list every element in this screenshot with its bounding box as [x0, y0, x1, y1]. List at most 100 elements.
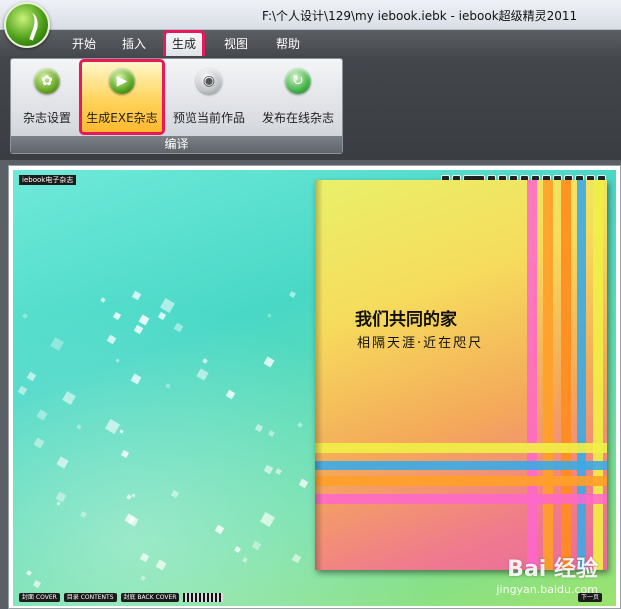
sparkle — [17, 385, 28, 396]
sparkle — [115, 358, 120, 363]
window-title: F:\个人设计\129\my iebook.iebk - iebook超级精灵2… — [262, 9, 578, 23]
sparkle — [32, 579, 42, 589]
cover-stripe — [315, 476, 607, 486]
group-label: 编译 — [11, 136, 342, 153]
sparkle — [157, 311, 167, 321]
watermark-main: Bai 经验 — [507, 557, 598, 582]
magazine-viewer[interactable]: iebook电子杂志 我们共同的家 相隔天涯·近在咫尺 封面 COVER 目录 … — [13, 170, 616, 606]
sparkle — [100, 297, 106, 303]
preview-work-label: 预览当前作品 — [172, 111, 245, 125]
sparkle — [202, 358, 208, 364]
sparkle — [22, 313, 28, 319]
preview-icon: ◉ — [196, 68, 222, 94]
menu-generate[interactable]: 生成 — [162, 30, 206, 59]
sparkle — [56, 456, 69, 469]
sparkle — [120, 449, 130, 459]
menu-view[interactable]: 视图 — [218, 34, 254, 54]
sparkle — [297, 422, 303, 428]
app-logo[interactable] — [4, 2, 50, 48]
volume-slider[interactable] — [183, 593, 224, 602]
preview-stage: iebook电子杂志 我们共同的家 相隔天涯·近在咫尺 封面 COVER 目录 … — [8, 165, 621, 609]
sparkle — [26, 371, 37, 382]
sparkle — [254, 423, 264, 433]
title-bar: F:\个人设计\129\my iebook.iebk - iebook超级精灵2… — [0, 0, 621, 30]
generate-exe-button[interactable]: ▶ 生成EXE杂志 — [79, 59, 165, 135]
sparkle — [275, 468, 282, 475]
sparkle — [155, 559, 167, 571]
sparkle — [112, 311, 122, 321]
sparkle — [33, 437, 45, 449]
sparkle — [259, 511, 276, 528]
sparkle — [131, 290, 142, 301]
sparkle — [159, 297, 176, 314]
sparkle — [291, 553, 302, 564]
cover-stripe — [315, 443, 607, 453]
sparkle — [104, 418, 121, 435]
sparkle — [242, 557, 248, 563]
cover-stripe — [315, 494, 607, 504]
generate-exe-label: 生成EXE杂志 — [86, 111, 158, 125]
cover-stripe — [593, 180, 603, 570]
viewer-nav: 封面 COVER 目录 CONTENTS 封底 BACK COVER — [19, 593, 224, 602]
menu-bar: 开始 插入 生成 视图 帮助 — [0, 30, 621, 59]
sparkle — [133, 324, 144, 335]
sparkle — [289, 291, 296, 298]
cover-stripe — [543, 180, 553, 570]
sparkle — [196, 368, 209, 381]
magazine-cover[interactable]: 我们共同的家 相隔天涯·近在咫尺 — [315, 180, 607, 570]
cover-subtitle: 相隔天涯·近在咫尺 — [357, 336, 484, 351]
sparkle — [267, 313, 272, 318]
baidu-watermark: Bai 经验 jingyan.baidu.com — [496, 551, 598, 596]
leaf-icon — [14, 9, 42, 41]
publish-online-button[interactable]: ↻ 发布在线杂志 — [257, 62, 339, 132]
play-icon: ▶ — [109, 68, 135, 94]
cover-stripe — [315, 461, 607, 470]
sparkle — [36, 409, 48, 421]
menu-insert[interactable]: 插入 — [116, 34, 152, 54]
sparkle — [130, 373, 142, 385]
sparkle — [298, 478, 309, 489]
ribbon: ✿ 杂志设置 ▶ 生成EXE杂志 ◉ 预览当前作品 ↻ 发布在线杂志 编译 — [0, 56, 621, 160]
sparkle — [214, 524, 225, 535]
cover-stripe — [561, 180, 571, 570]
watermark-sub: jingyan.baidu.com — [496, 583, 598, 596]
magazine-settings-label: 杂志设置 — [22, 111, 71, 125]
sparkle — [170, 489, 180, 499]
sparkle — [131, 493, 136, 498]
sparkle — [62, 391, 76, 405]
sparkle — [263, 464, 274, 475]
publish-icon: ↻ — [285, 68, 311, 94]
contents-button[interactable]: 目录 CONTENTS — [63, 593, 117, 602]
cover-stripe — [527, 180, 537, 570]
menu-help[interactable]: 帮助 — [270, 34, 306, 54]
sparkle — [76, 424, 82, 430]
sparkle — [80, 511, 87, 518]
sparkle — [263, 356, 275, 368]
cover-stripe — [577, 180, 586, 570]
compile-group: ✿ 杂志设置 ▶ 生成EXE杂志 ◉ 预览当前作品 ↻ 发布在线杂志 编译 — [10, 58, 343, 154]
sparkle — [56, 501, 61, 506]
sparkle — [138, 314, 150, 326]
menu-start[interactable]: 开始 — [66, 34, 102, 54]
preview-work-button[interactable]: ◉ 预览当前作品 — [169, 62, 249, 132]
sparkle — [106, 334, 117, 345]
sparkle — [225, 389, 236, 400]
sparkle — [50, 337, 64, 351]
sparkle — [234, 546, 241, 553]
cover-button[interactable]: 封面 COVER — [19, 593, 60, 602]
sparkle — [119, 429, 124, 434]
sparkle — [140, 575, 146, 581]
back-cover-button[interactable]: 封底 BACK COVER — [120, 593, 180, 602]
sparkle — [139, 552, 150, 563]
book-spine — [315, 180, 323, 570]
sparkle — [173, 322, 184, 333]
sparkle — [26, 570, 32, 576]
sparkle — [127, 515, 139, 527]
sparkle — [251, 540, 262, 551]
publish-online-label: 发布在线杂志 — [261, 111, 334, 125]
sparkle — [165, 383, 171, 389]
magazine-settings-button[interactable]: ✿ 杂志设置 — [15, 62, 79, 132]
cover-title: 我们共同的家 — [355, 310, 457, 330]
sparkle — [268, 430, 275, 437]
gear-icon: ✿ — [34, 68, 60, 94]
